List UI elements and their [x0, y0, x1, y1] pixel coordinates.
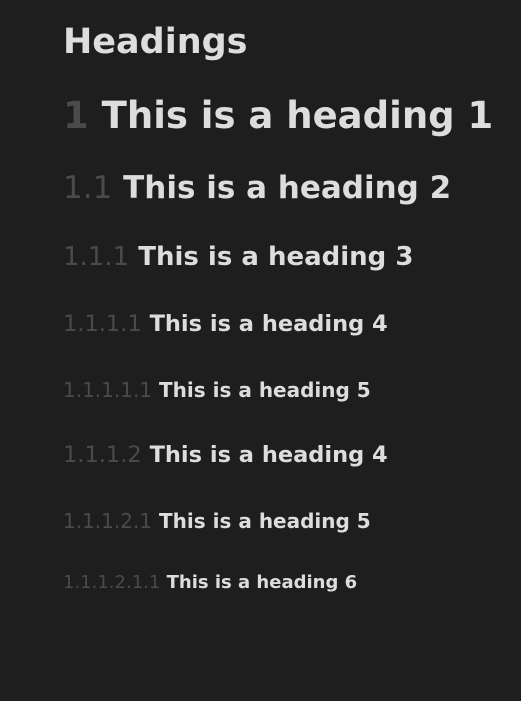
heading-4: 1.1.1.1 This is a heading 4	[63, 311, 388, 337]
heading-number: 1.1.1.2	[63, 442, 142, 468]
heading-1: 1 This is a heading 1	[63, 94, 493, 137]
heading-text: This is a heading 4	[149, 311, 388, 337]
heading-number: 1.1	[63, 170, 113, 206]
heading-number: 1.1.1.2.1.1	[63, 572, 161, 593]
heading-text: This is a heading 5	[159, 509, 371, 533]
heading-text: This is a heading 6	[166, 572, 358, 593]
heading-number: 1.1.1.2.1	[63, 509, 153, 533]
heading-text: This is a heading 3	[138, 242, 414, 272]
heading-number: 1.1.1.1.1	[63, 378, 153, 402]
heading-5: 1.1.1.2.1 This is a heading 5	[63, 509, 371, 533]
heading-text: This is a heading 2	[123, 170, 452, 206]
heading-number: 1.1.1.1	[63, 311, 142, 337]
heading-number: 1.1.1	[63, 242, 130, 272]
heading-text: This is a heading 5	[159, 378, 371, 402]
page-title: Headings	[63, 22, 248, 62]
heading-2: 1.1 This is a heading 2	[63, 170, 451, 206]
heading-3: 1.1.1 This is a heading 3	[63, 242, 413, 272]
heading-5: 1.1.1.1.1 This is a heading 5	[63, 378, 371, 402]
heading-text: This is a heading 1	[101, 94, 494, 137]
heading-4: 1.1.1.2 This is a heading 4	[63, 442, 388, 468]
heading-text: This is a heading 4	[149, 442, 388, 468]
heading-number: 1	[63, 94, 89, 137]
heading-6: 1.1.1.2.1.1 This is a heading 6	[63, 572, 357, 593]
